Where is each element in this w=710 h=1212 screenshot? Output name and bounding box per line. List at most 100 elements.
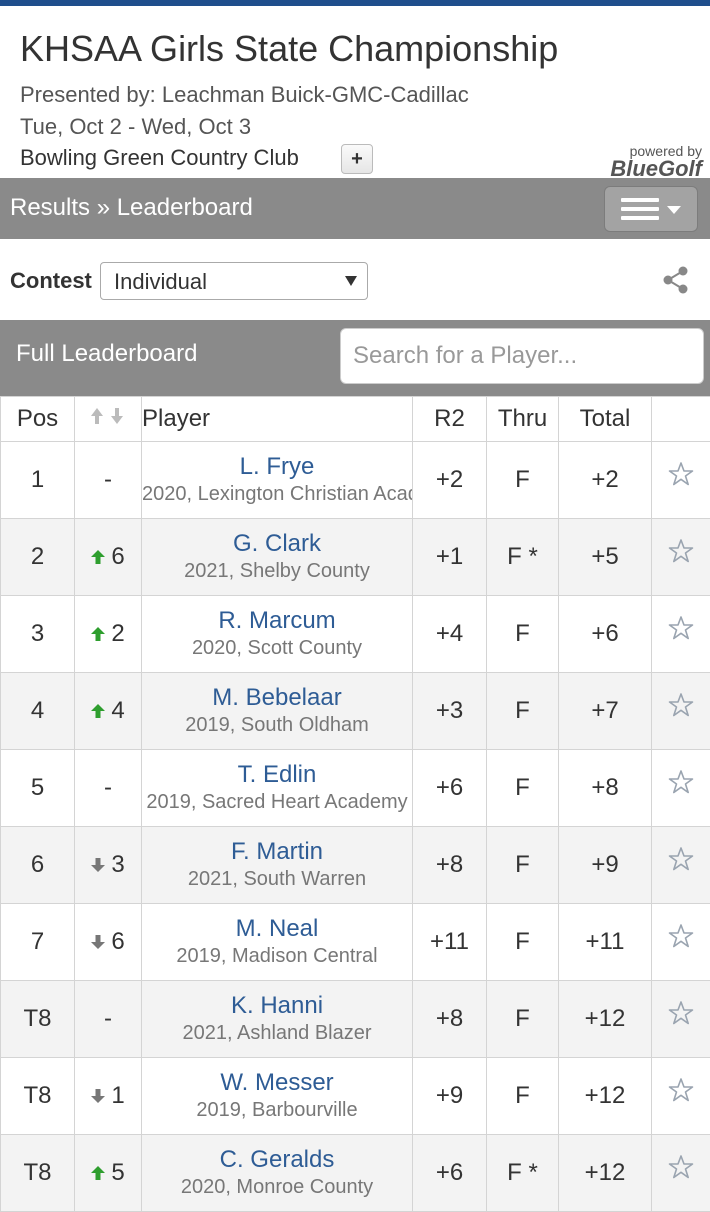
cell-thru: F * [487,519,559,596]
cell-pos: 6 [1,827,75,904]
cell-total: +6 [559,596,652,673]
menu-button[interactable] [604,186,698,232]
star-icon[interactable] [668,461,694,487]
col-header-favorite [652,397,710,442]
player-name-link[interactable]: C. Geralds [142,1146,412,1174]
cell-favorite [652,519,710,596]
cell-total: +12 [559,981,652,1058]
cell-r2: +6 [413,750,487,827]
player-name-link[interactable]: G. Clark [142,530,412,558]
leaderboard-title: Full Leaderboard [16,340,197,368]
cell-pos: 5 [1,750,75,827]
player-search-input[interactable] [340,328,704,384]
star-icon[interactable] [668,769,694,795]
table-row[interactable]: T8-K. Hanni2021, Ashland Blazer+8F+12 [1,981,710,1058]
cell-move: 6 [75,904,142,981]
star-icon[interactable] [668,615,694,641]
col-header-total[interactable]: Total [559,397,652,442]
hamburger-icon [621,198,659,225]
star-icon[interactable] [668,1077,694,1103]
table-row[interactable]: 26G. Clark2021, Shelby County+1F *+5 [1,519,710,596]
table-row[interactable]: 63F. Martin2021, South Warren+8F+9 [1,827,710,904]
cell-player: L. Frye2020, Lexington Christian Academy [142,442,413,519]
arrow-up-icon [91,550,105,564]
player-name-link[interactable]: L. Frye [142,453,412,481]
player-name-link[interactable]: M. Bebelaar [142,684,412,712]
event-header: KHSAA Girls State Championship Presented… [0,6,710,178]
breadcrumb[interactable]: Results » Leaderboard [10,194,253,222]
arrow-up-icon [91,704,105,718]
bluegolf-logo-text: BlueGolf [610,158,702,180]
sort-arrows-icon [88,406,128,426]
star-icon[interactable] [668,692,694,718]
star-icon[interactable] [668,538,694,564]
contest-row: Contest Individual [0,240,710,320]
player-name-link[interactable]: R. Marcum [142,607,412,635]
table-row[interactable]: 32R. Marcum2020, Scott County+4F+6 [1,596,710,673]
cell-player: M. Bebelaar2019, South Oldham [142,673,413,750]
position-change: 2 [91,620,124,648]
cell-move: 4 [75,673,142,750]
table-row[interactable]: 44M. Bebelaar2019, South Oldham+3F+7 [1,673,710,750]
position-change-value: 5 [111,1159,124,1187]
cell-r2: +8 [413,981,487,1058]
cell-total: +7 [559,673,652,750]
event-title: KHSAA Girls State Championship [20,28,558,70]
player-name-link[interactable]: T. Edlin [142,761,412,789]
player-school-info: 2019, Madison Central [142,943,412,969]
col-header-move[interactable] [75,397,142,442]
player-name-link[interactable]: K. Hanni [142,992,412,1020]
cell-thru: F [487,750,559,827]
position-change-value: 2 [111,620,124,648]
cell-thru: F [487,1058,559,1135]
player-name-link[interactable]: M. Neal [142,915,412,943]
cell-move: 3 [75,827,142,904]
table-row[interactable]: 76M. Neal2019, Madison Central+11F+11 [1,904,710,981]
position-change: 4 [91,697,124,725]
cell-thru: F [487,904,559,981]
cell-favorite [652,596,710,673]
col-header-player[interactable]: Player [142,397,413,442]
position-change: - [104,1005,112,1033]
player-school-info: 2021, Ashland Blazer [142,1020,412,1046]
col-header-pos[interactable]: Pos [1,397,75,442]
event-dates: Tue, Oct 2 - Wed, Oct 3 [20,114,251,140]
leaderboard-header: Full Leaderboard [0,320,710,396]
cell-r2: +11 [413,904,487,981]
cell-move: - [75,750,142,827]
star-icon[interactable] [668,923,694,949]
cell-thru: F [487,673,559,750]
breadcrumb-bar: Results » Leaderboard [0,178,710,239]
table-row[interactable]: 5-T. Edlin2019, Sacred Heart Academy+6F+… [1,750,710,827]
arrow-down-icon [91,858,105,872]
star-icon[interactable] [668,1000,694,1026]
cell-total: +2 [559,442,652,519]
powered-by-logo[interactable]: powered by BlueGolf [610,144,702,180]
col-header-thru[interactable]: Thru [487,397,559,442]
table-row[interactable]: 1-L. Frye2020, Lexington Christian Acade… [1,442,710,519]
cell-r2: +2 [413,442,487,519]
cell-player: R. Marcum2020, Scott County [142,596,413,673]
player-school-info: 2021, South Warren [142,866,412,892]
cell-pos: 3 [1,596,75,673]
arrow-down-icon [91,1089,105,1103]
cell-favorite [652,827,710,904]
table-row[interactable]: T81W. Messer2019, Barbourville+9F+12 [1,1058,710,1135]
expand-details-button[interactable]: + [341,144,373,174]
chevron-down-icon [345,276,357,286]
player-name-link[interactable]: F. Martin [142,838,412,866]
position-change-value: - [104,466,112,494]
position-change-value: - [104,1005,112,1033]
arrow-up-icon [91,627,105,641]
position-change: 6 [91,928,124,956]
cell-thru: F [487,596,559,673]
col-header-r2[interactable]: R2 [413,397,487,442]
cell-player: W. Messer2019, Barbourville [142,1058,413,1135]
contest-select[interactable]: Individual [100,262,368,300]
player-name-link[interactable]: W. Messer [142,1069,412,1097]
share-icon[interactable] [660,264,692,296]
position-change-value: 6 [111,928,124,956]
star-icon[interactable] [668,846,694,872]
cell-pos: 4 [1,673,75,750]
star-icon[interactable] [668,1154,694,1180]
